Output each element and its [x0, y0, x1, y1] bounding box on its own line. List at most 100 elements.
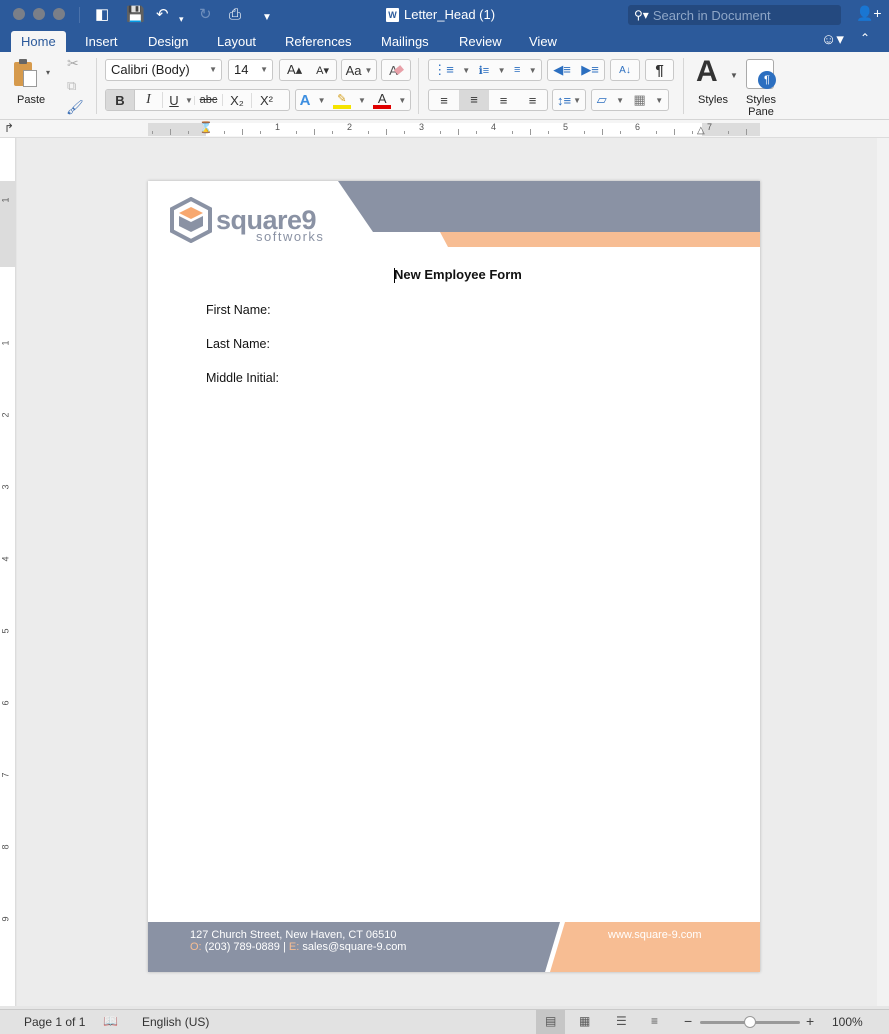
- decrease-indent-icon[interactable]: ◀≡: [553, 62, 571, 78]
- form-title: New Employee Form: [394, 267, 522, 282]
- multilevel-list-icon[interactable]: ≡: [514, 64, 520, 76]
- text-effects-icon[interactable]: A: [300, 92, 311, 109]
- tab-stop-selector-icon[interactable]: ↱: [4, 121, 14, 135]
- superscript-button[interactable]: X²: [252, 93, 281, 108]
- search-icon: ⚲▾: [634, 8, 649, 22]
- close-window-button[interactable]: [13, 8, 25, 20]
- ruler-tick: [746, 129, 747, 135]
- tab-insert[interactable]: Insert: [75, 31, 128, 52]
- borders-icon[interactable]: ▦: [634, 92, 646, 108]
- footer-phone-email: O: (203) 789-0889 | E: sales@square-9.co…: [190, 941, 406, 953]
- cut-icon[interactable]: ✂: [67, 55, 79, 72]
- tab-home[interactable]: Home: [11, 31, 66, 52]
- subscript-button[interactable]: X₂: [223, 92, 252, 108]
- align-right-icon[interactable]: ≡: [489, 93, 518, 108]
- tab-mailings[interactable]: Mailings: [371, 31, 439, 52]
- proofing-icon[interactable]: 📖: [103, 1014, 118, 1028]
- feedback-smiley-icon[interactable]: ☺▾: [821, 30, 844, 48]
- collapse-ribbon-icon[interactable]: ⌃: [860, 31, 870, 45]
- italic-button[interactable]: I: [135, 92, 163, 108]
- underline-button[interactable]: U: [163, 93, 185, 108]
- highlight-icon[interactable]: ✎: [332, 92, 351, 109]
- tab-view[interactable]: View: [519, 31, 567, 52]
- change-case-button[interactable]: Aa ▼: [341, 59, 377, 81]
- customize-toolbar-icon[interactable]: ▼: [262, 9, 272, 27]
- shrink-font-button[interactable]: A▾: [316, 64, 329, 77]
- right-indent-marker[interactable]: △: [697, 125, 705, 136]
- strikethrough-button[interactable]: abc: [195, 94, 223, 106]
- field-last-name[interactable]: Last Name:: [206, 337, 270, 351]
- document-page[interactable]: square9 softworks New Employee Form Firs…: [148, 181, 760, 972]
- ruler-tick: [476, 131, 477, 134]
- minimize-window-button[interactable]: [33, 8, 45, 20]
- company-logo: square9 softworks: [170, 197, 323, 244]
- save-icon[interactable]: 💾: [126, 6, 145, 24]
- tab-layout[interactable]: Layout: [207, 31, 266, 52]
- vertical-scrollbar[interactable]: [877, 138, 889, 1006]
- numbering-icon[interactable]: ℹ≡: [479, 64, 490, 77]
- styles-button[interactable]: A ▼: [696, 55, 738, 89]
- tab-review[interactable]: Review: [449, 31, 512, 52]
- ruler-number: 1: [0, 340, 11, 346]
- zoom-slider[interactable]: [700, 1016, 800, 1028]
- zoom-slider-thumb[interactable]: [744, 1016, 756, 1028]
- font-color-icon[interactable]: A: [373, 92, 392, 109]
- paste-dropdown-icon[interactable]: ▾: [46, 68, 50, 77]
- outline-view-icon[interactable]: ☰: [616, 1014, 627, 1028]
- justify-icon[interactable]: ≡: [518, 93, 547, 108]
- align-left-icon[interactable]: ≡: [429, 93, 459, 108]
- page-count[interactable]: Page 1 of 1: [24, 1015, 85, 1029]
- show-formatting-button[interactable]: ¶: [645, 59, 674, 81]
- print-layout-view-button[interactable]: ▤: [536, 1010, 565, 1034]
- search-in-document-field[interactable]: ⚲▾ Search in Document: [628, 5, 841, 25]
- ruler-tick: [296, 131, 297, 134]
- font-size-select[interactable]: 14 ▼: [228, 59, 273, 81]
- undo-icon[interactable]: ↶: [156, 6, 169, 24]
- language-indicator[interactable]: English (US): [142, 1015, 209, 1029]
- tab-design[interactable]: Design: [138, 31, 198, 52]
- tab-references[interactable]: References: [275, 31, 361, 52]
- ruler-number: 7: [0, 772, 11, 778]
- vertical-ruler[interactable]: 1 1 2 3 4 5 6 7 8 9: [0, 138, 16, 1006]
- redo-icon: ↻: [199, 6, 212, 23]
- web-layout-icon[interactable]: ▦: [579, 1014, 590, 1028]
- align-center-icon[interactable]: ≡: [459, 90, 489, 110]
- document-title-heading[interactable]: New Employee Form: [394, 267, 522, 284]
- shading-icon[interactable]: ▱: [597, 92, 607, 108]
- sidebar-toggle-icon[interactable]: ◧: [95, 6, 109, 24]
- styles-pane-button[interactable]: ¶: [746, 59, 776, 89]
- zoom-in-button[interactable]: +: [806, 1013, 814, 1029]
- increase-indent-icon[interactable]: ▶≡: [581, 62, 599, 78]
- undo-dropdown-icon[interactable]: ▾: [179, 10, 184, 28]
- ruler-tick: [728, 131, 729, 134]
- paste-label: Paste: [17, 94, 46, 106]
- share-add-person-icon[interactable]: 👤+: [856, 5, 882, 22]
- field-first-name[interactable]: First Name:: [206, 303, 271, 317]
- header-gray-band: [338, 181, 760, 232]
- underline-dropdown-icon[interactable]: ▼: [185, 95, 195, 105]
- styles-icon: A: [696, 55, 718, 88]
- font-name-value: Calibri (Body): [111, 62, 190, 77]
- phone-prefix: O:: [190, 941, 202, 953]
- copy-icon[interactable]: ⧉: [67, 78, 76, 94]
- line-spacing-button[interactable]: ↕≡ ▼: [552, 89, 586, 111]
- horizontal-ruler[interactable]: ↱ 1 2 3 4 5 6 7 ⌛ △: [0, 120, 889, 138]
- clear-formatting-button[interactable]: A: [381, 59, 411, 81]
- ruler-tick: [152, 131, 153, 134]
- bold-button[interactable]: B: [106, 90, 135, 110]
- format-painter-icon[interactable]: 🖌: [66, 99, 84, 116]
- print-icon[interactable]: ⎙: [229, 6, 241, 24]
- grow-font-button[interactable]: A▴: [287, 62, 302, 78]
- paste-button[interactable]: [14, 58, 40, 88]
- sort-button[interactable]: A↓: [610, 59, 640, 81]
- first-line-indent-marker[interactable]: ⌛: [199, 121, 213, 134]
- zoom-window-button[interactable]: [53, 8, 65, 20]
- field-middle-initial[interactable]: Middle Initial:: [206, 371, 279, 385]
- font-name-select[interactable]: Calibri (Body) ▼: [105, 59, 222, 81]
- bullets-icon[interactable]: ⋮≡: [433, 62, 454, 78]
- zoom-level[interactable]: 100%: [832, 1015, 863, 1029]
- zoom-out-button[interactable]: −: [684, 1013, 692, 1029]
- document-title-text: Letter_Head (1): [404, 7, 496, 22]
- draft-view-icon[interactable]: ≡: [651, 1014, 658, 1028]
- logo-sub-text: softworks: [256, 229, 325, 244]
